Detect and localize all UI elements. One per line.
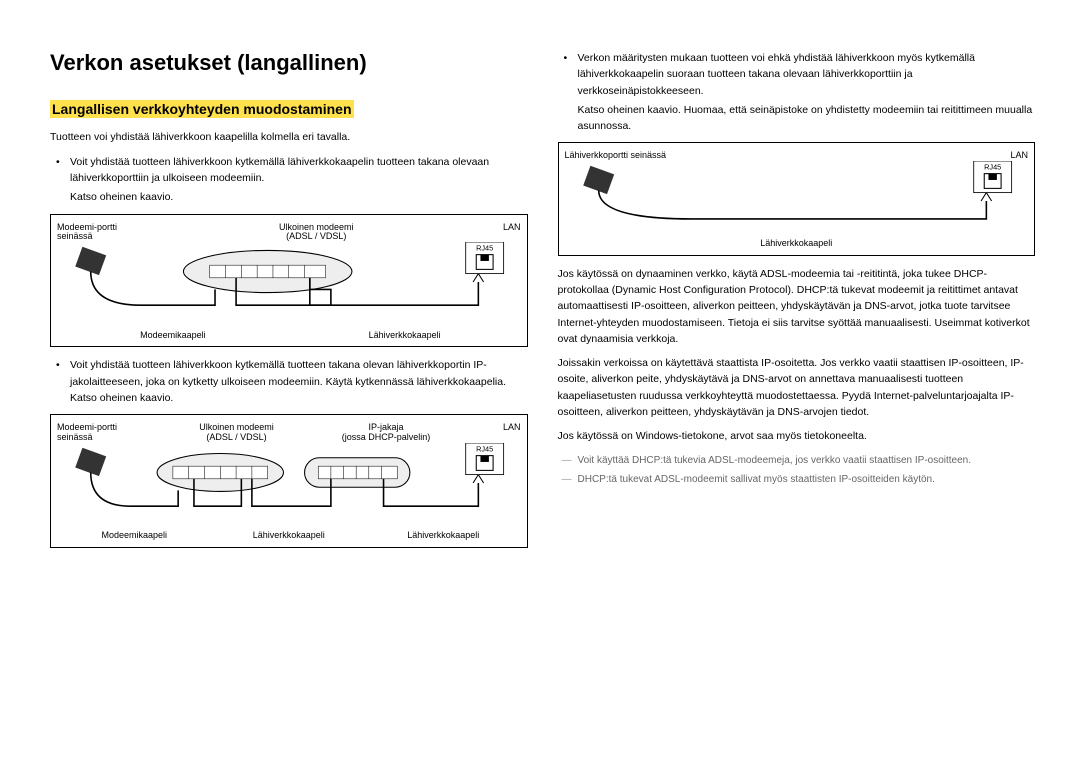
- list-item-text: Verkon määritysten mukaan tuotteen voi e…: [578, 52, 975, 97]
- page-title: Verkon asetukset (langallinen): [50, 50, 528, 76]
- label-lahi1: Lähiverkkokaapeli: [212, 531, 365, 541]
- instruction-list: Voit yhdistää tuotteen lähiverkkoon kytk…: [50, 154, 528, 206]
- diagram-2: Modeemi-portti seinässä Ulkoinen modeemi…: [50, 414, 528, 548]
- list-item: Voit yhdistää tuotteen lähiverkkoon kytk…: [70, 154, 528, 206]
- svg-text:RJ45: RJ45: [984, 163, 1001, 172]
- label-ext-modem-sub: (ADSL / VDSL): [182, 433, 292, 443]
- label-lahiverkkokaapeli: Lähiverkkokaapeli: [289, 331, 521, 341]
- label-ipjakaja-sub: (jossa DHCP-palvelin): [321, 433, 451, 443]
- list-item-after: Katso oheinen kaavio.: [70, 189, 528, 205]
- note-line: DHCP:tä tukevat ADSL-modeemit sallivat m…: [558, 472, 1036, 487]
- section-heading: Langallisen verkkoyhteyden muodostaminen: [50, 100, 354, 118]
- diagram-3: Lähiverkkoportti seinässä LAN RJ45 Lähiv…: [558, 142, 1036, 256]
- right-column: Verkon määritysten mukaan tuotteen voi e…: [558, 50, 1036, 733]
- intro-text: Tuotteen voi yhdistää lähiverkkoon kaape…: [50, 130, 528, 146]
- label-lan: LAN: [481, 423, 521, 433]
- note-text: DHCP:tä tukevat ADSL-modeemit sallivat m…: [578, 474, 935, 485]
- diagram-1-svg: RJ45: [57, 242, 521, 326]
- note-text: Voit käyttää DHCP:tä tukevia ADSL-modeem…: [578, 455, 972, 466]
- instruction-list: Voit yhdistää tuotteen lähiverkkoon kytk…: [50, 357, 528, 406]
- list-item-after: Katso oheinen kaavio. Huomaa, että seinä…: [578, 102, 1036, 135]
- svg-text:RJ45: RJ45: [476, 444, 493, 453]
- label-ext-modem-sub: (ADSL / VDSL): [152, 232, 481, 242]
- list-item: Voit yhdistää tuotteen lähiverkkoon kytk…: [70, 357, 528, 406]
- left-column: Verkon asetukset (langallinen) Langallis…: [50, 50, 528, 733]
- label-lan: LAN: [988, 151, 1028, 161]
- diagram-1: Modeemi-portti seinässä Ulkoinen modeemi…: [50, 214, 528, 348]
- paragraph: Jos käytössä on dynaaminen verkko, käytä…: [558, 266, 1036, 347]
- list-item-text: Voit yhdistää tuotteen lähiverkkoon kytk…: [70, 359, 506, 404]
- label-modeemikaapeli: Modeemikaapeli: [57, 331, 289, 341]
- list-item-text: Voit yhdistää tuotteen lähiverkkoon kytk…: [70, 156, 489, 184]
- label-lahi2: Lähiverkkokaapeli: [367, 531, 520, 541]
- instruction-list: Verkon määritysten mukaan tuotteen voi e…: [558, 50, 1036, 134]
- label-rj45: RJ45: [476, 244, 493, 253]
- diagram-2-svg: RJ45: [57, 443, 521, 527]
- paragraph: Jos käytössä on Windows-tietokone, arvot…: [558, 428, 1036, 444]
- label-lan: LAN: [481, 223, 521, 233]
- label-modem-port: Modeemi-portti seinässä: [57, 423, 152, 443]
- diagram-3-svg: RJ45: [565, 161, 1029, 235]
- label-port: Lähiverkkoportti seinässä: [565, 151, 989, 161]
- list-item: Verkon määritysten mukaan tuotteen voi e…: [578, 50, 1036, 134]
- label-modeemikaapeli: Modeemikaapeli: [58, 531, 211, 541]
- paragraph: Joissakin verkoissa on käytettävä staatt…: [558, 355, 1036, 420]
- label-modem-port: Modeemi-portti seinässä: [57, 223, 152, 243]
- note-line: Voit käyttää DHCP:tä tukevia ADSL-modeem…: [558, 453, 1036, 468]
- label-cable: Lähiverkkokaapeli: [760, 239, 832, 249]
